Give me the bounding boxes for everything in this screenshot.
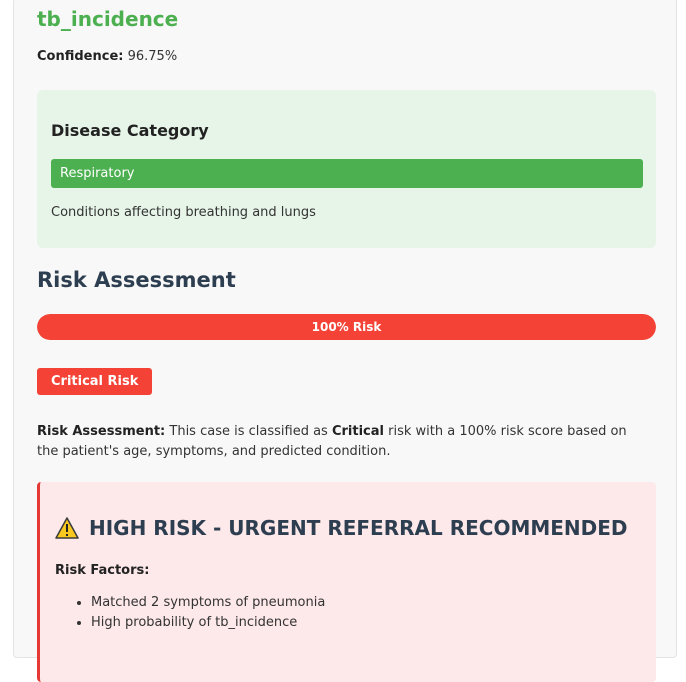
prediction-title: tb_incidence (37, 7, 179, 31)
warning-icon (55, 517, 79, 539)
alert-heading: HIGH RISK - URGENT REFERRAL RECOMMENDED (55, 516, 628, 540)
risk-factors-list: Matched 2 symptoms of pneumonia High pro… (55, 593, 325, 633)
risk-assessment-text: Risk Assessment: This case is classified… (37, 422, 637, 462)
confidence-label: Confidence: (37, 49, 124, 64)
disease-category-panel: Disease Category Respiratory Conditions … (37, 90, 656, 248)
risk-assessment-heading: Risk Assessment (37, 268, 236, 292)
confidence-value: 96.75% (127, 49, 178, 64)
urgent-referral-alert: HIGH RISK - URGENT REFERRAL RECOMMENDED … (37, 482, 656, 682)
risk-level-badge: Critical Risk (37, 368, 153, 395)
risk-progress-bar: 100% Risk (37, 314, 656, 340)
risk-text-part1: This case is classified as (169, 424, 328, 439)
risk-progress-fill: 100% Risk (37, 314, 656, 340)
risk-factor-item: High probability of tb_incidence (91, 613, 325, 633)
category-heading: Disease Category (51, 121, 209, 140)
risk-factors-label: Risk Factors: (55, 563, 150, 578)
risk-factor-item: Matched 2 symptoms of pneumonia (91, 593, 325, 613)
alert-heading-text: HIGH RISK - URGENT REFERRAL RECOMMENDED (89, 516, 628, 540)
result-card: tb_incidence Confidence: 96.75% Disease … (13, 0, 677, 682)
category-description: Conditions affecting breathing and lungs (51, 205, 316, 220)
risk-text-level: Critical (331, 424, 384, 439)
risk-text-label: Risk Assessment: (37, 424, 166, 439)
confidence-line: Confidence: 96.75% (37, 49, 177, 64)
category-tag: Respiratory (51, 159, 643, 188)
